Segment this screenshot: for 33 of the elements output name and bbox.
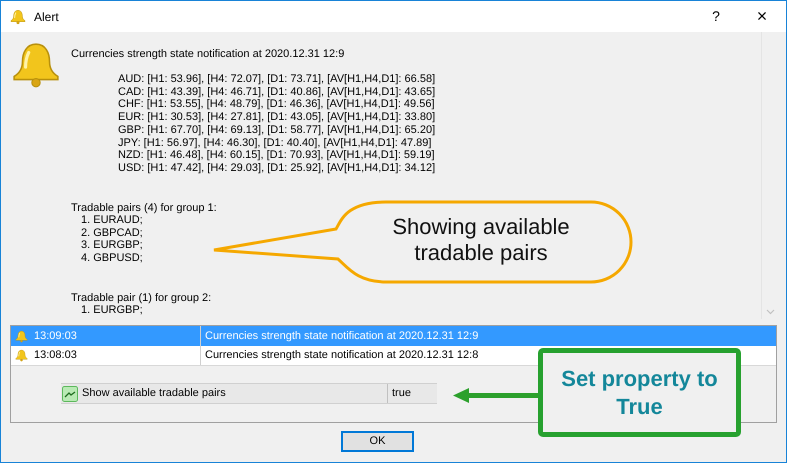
strength-line: USD: [H1: 47.42], [H4: 29.03], [D1: 25.92], [AV[H1,H4,D1]: 34.12]	[118, 162, 436, 175]
strength-line: CHF: [H1: 53.55], [H4: 48.79], [D1: 46.36], [AV[H1,H4,D1]: 49.56]	[118, 98, 435, 112]
alert-message: Currencies strength state notification at 2020.12.31 12:8	[204, 348, 478, 364]
property-label: Show available tradable pairs	[82, 386, 227, 402]
pair-item: 4. GBPUSD;	[80, 252, 143, 265]
alert-time: 13:09:03	[34, 328, 77, 344]
pair-item: 1. EURAUD;	[80, 214, 143, 227]
strength-line: JPY: [H1: 56.97], [H4: 46.30], [D1: 40.40], [AV[H1,H4,D1]: 47.89]	[118, 136, 432, 150]
callout-box: Set property to True	[538, 348, 741, 437]
ok-button[interactable]: OK	[341, 431, 414, 452]
callout-text: Showing available tradable pairs	[391, 214, 571, 266]
group-title: Tradable pairs (4) for group 1:	[71, 202, 217, 214]
bell-icon	[10, 8, 26, 24]
alert-time: 13:08:03	[34, 348, 77, 364]
alert-message: Currencies strength state notification at 2020.12.31 12:9	[204, 328, 478, 344]
chevron-down-icon[interactable]	[766, 309, 774, 315]
group-title: Tradable pair (1) for group 2:	[71, 292, 212, 304]
strength-line: EUR: [H1: 30.53], [H4: 27.81], [D1: 43.05], [AV[H1,H4,D1]: 33.80]	[118, 111, 436, 124]
help-button[interactable]: ?	[693, 1, 739, 32]
close-button[interactable]: ×	[739, 1, 785, 32]
message-heading: Currencies strength state notification at 2020.12.31 12:9	[71, 47, 344, 61]
strength-line: AUD: [H1: 53.96], [H4: 72.07], [D1: 73.71], [AV[H1,H4,D1]: 66.58]	[118, 73, 436, 86]
pair-item: 3. EURGBP;	[80, 239, 143, 252]
property-icon	[62, 386, 78, 402]
pair-item: 2. GBPCAD;	[80, 226, 143, 240]
window-title: Alert	[34, 8, 59, 26]
bell-icon	[15, 330, 28, 342]
property-value[interactable]: true	[387, 384, 437, 403]
pair-item: 1. EURGBP;	[80, 304, 143, 317]
strength-line: NZD: [H1: 46.48], [H4: 60.15], [D1: 70.93], [AV[H1,H4,D1]: 59.19]	[118, 149, 435, 162]
strength-line: CAD: [H1: 43.39], [H4: 46.71], [D1: 40.86], [AV[H1,H4,D1]: 43.65]	[118, 86, 436, 98]
bell-icon	[15, 349, 28, 362]
strength-line: GBP: [H1: 67.70], [H4: 69.13], [D1: 58.77], [AV[H1,H4,D1]: 65.20]	[118, 124, 436, 137]
